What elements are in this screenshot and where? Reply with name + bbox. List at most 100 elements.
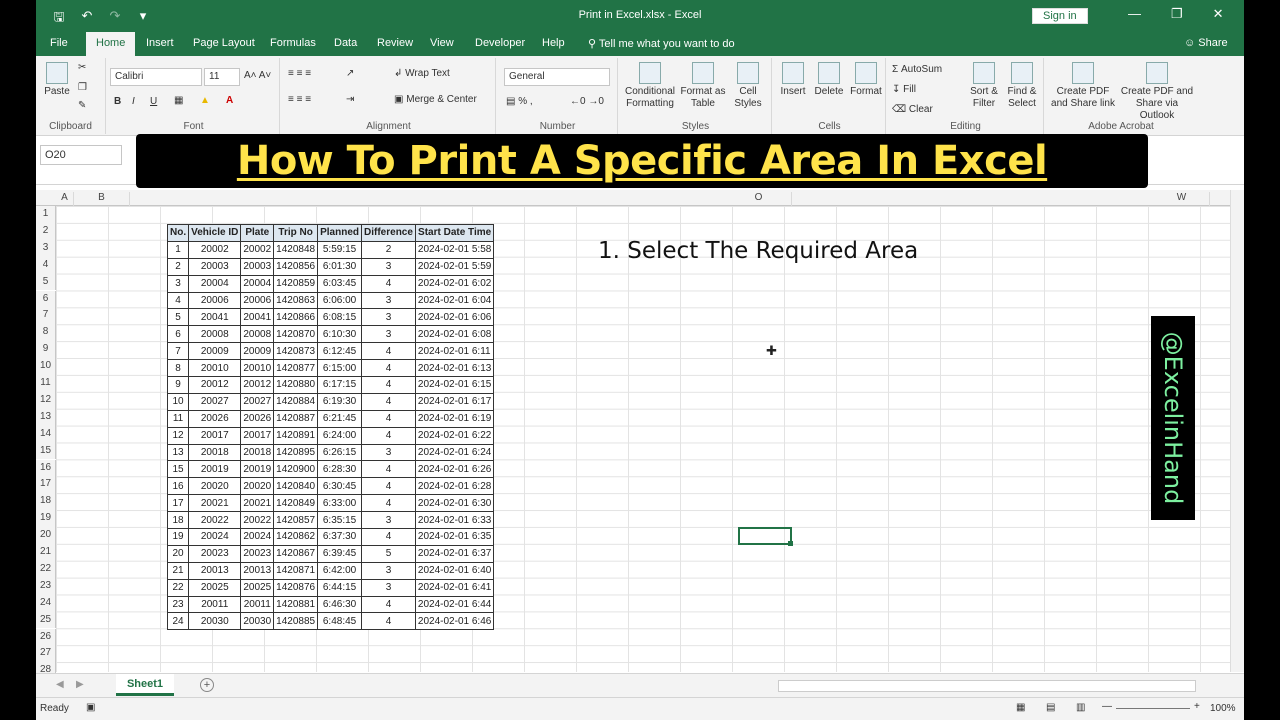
find-select-button[interactable]: Find & Select: [1004, 62, 1040, 110]
cell-difference[interactable]: 3: [361, 578, 416, 597]
cell-difference[interactable]: 5: [361, 544, 416, 563]
cell-vehicle-id[interactable]: 20009: [188, 342, 242, 361]
row-header[interactable]: 15: [36, 442, 56, 460]
cell-trip-no[interactable]: 1420877: [273, 359, 319, 378]
row-header[interactable]: 5: [36, 273, 56, 291]
header-no[interactable]: No.: [166, 224, 190, 242]
cell-start-date-time[interactable]: 2024-02-01 6:08: [414, 325, 495, 344]
row-header[interactable]: 13: [36, 408, 56, 426]
cell-no[interactable]: 23: [166, 595, 190, 614]
tab-home[interactable]: Home: [86, 32, 136, 56]
cell-trip-no[interactable]: 1420867: [273, 544, 319, 563]
row-header[interactable]: 11: [36, 375, 56, 392]
name-box[interactable]: O20: [40, 145, 122, 165]
cell-trip-no[interactable]: 1420900: [273, 460, 319, 479]
cell-plate[interactable]: 20018: [240, 443, 275, 462]
cell-vehicle-id[interactable]: 20019: [188, 460, 242, 479]
cell-no[interactable]: 9: [166, 376, 190, 394]
cell-no[interactable]: 19: [166, 528, 190, 546]
cell-start-date-time[interactable]: 2024-02-01 5:59: [414, 257, 495, 276]
cell-plate[interactable]: 20009: [240, 342, 275, 361]
clear-button[interactable]: ⌫ Clear: [892, 104, 933, 115]
cell-vehicle-id[interactable]: 20021: [188, 494, 242, 513]
horizontal-scrollbar[interactable]: [778, 680, 1196, 692]
share-button[interactable]: ☺ Share: [1184, 37, 1228, 49]
row-header[interactable]: 18: [36, 493, 56, 511]
cell-planned[interactable]: 6:48:45: [317, 612, 363, 631]
cell-trip-no[interactable]: 1420881: [273, 595, 319, 614]
cell-planned[interactable]: 6:21:45: [317, 409, 363, 428]
cell-no[interactable]: 15: [166, 460, 190, 479]
cell-difference[interactable]: 3: [361, 511, 416, 530]
cell-trip-no[interactable]: 1420862: [273, 528, 319, 546]
cell-no[interactable]: 2: [166, 257, 190, 276]
cell-planned[interactable]: 6:01:30: [317, 257, 363, 276]
cell-difference[interactable]: 3: [361, 325, 416, 344]
cell-start-date-time[interactable]: 2024-02-01 5:58: [414, 240, 495, 259]
bold-button[interactable]: B: [114, 96, 121, 107]
cell-plate[interactable]: 20026: [240, 409, 275, 428]
cell-vehicle-id[interactable]: 20022: [188, 511, 242, 530]
cell-no[interactable]: 17: [166, 494, 190, 513]
cell-no[interactable]: 5: [166, 308, 190, 327]
row-header[interactable]: 17: [36, 476, 56, 494]
cell-planned[interactable]: 6:33:00: [317, 494, 363, 513]
cell-plate[interactable]: 20011: [240, 595, 275, 614]
cell-difference[interactable]: 3: [361, 257, 416, 276]
cell-plate[interactable]: 20021: [240, 494, 275, 513]
cell-difference[interactable]: 4: [361, 342, 416, 361]
row-header[interactable]: 16: [36, 459, 56, 477]
macro-record-icon[interactable]: ▣: [86, 702, 95, 713]
cell-no[interactable]: 12: [166, 426, 190, 445]
tell-me-search[interactable]: ⚲ Tell me what you want to do: [588, 37, 735, 50]
prev-sheet-icon[interactable]: ◀: [56, 679, 64, 690]
cell-trip-no[interactable]: 1420873: [273, 342, 319, 361]
next-sheet-icon[interactable]: ▶: [76, 679, 84, 690]
zoom-out-icon[interactable]: —: [1102, 701, 1112, 712]
cell-styles-button[interactable]: Cell Styles: [728, 62, 768, 110]
header-difference[interactable]: Difference: [361, 224, 416, 242]
cell-plate[interactable]: 20010: [240, 359, 275, 378]
cell-start-date-time[interactable]: 2024-02-01 6:30: [414, 494, 495, 513]
row-header[interactable]: 8: [36, 324, 56, 342]
cell-plate[interactable]: 20012: [240, 376, 275, 394]
row-header[interactable]: 10: [36, 358, 56, 375]
row-header[interactable]: 6: [36, 290, 56, 308]
row-header[interactable]: 1: [36, 206, 56, 223]
selected-cell[interactable]: [738, 527, 792, 545]
cell-trip-no[interactable]: 1420856: [273, 257, 319, 276]
cell-no[interactable]: 18: [166, 511, 190, 530]
cell-planned[interactable]: 6:10:30: [317, 325, 363, 344]
cell-difference[interactable]: 3: [361, 291, 416, 310]
cell-start-date-time[interactable]: 2024-02-01 6:24: [414, 443, 495, 462]
cell-trip-no[interactable]: 1420870: [273, 325, 319, 344]
cell-trip-no[interactable]: 1420884: [273, 392, 319, 411]
add-sheet-icon[interactable]: +: [200, 678, 214, 692]
cell-vehicle-id[interactable]: 20003: [188, 257, 242, 276]
cell-plate[interactable]: 20041: [240, 308, 275, 327]
cell-plate[interactable]: 20017: [240, 426, 275, 445]
italic-button[interactable]: I: [132, 96, 135, 107]
cell-start-date-time[interactable]: 2024-02-01 6:35: [414, 528, 495, 546]
conditional-formatting-button[interactable]: Conditional Formatting: [622, 62, 678, 110]
indent-icon[interactable]: ⇥: [346, 94, 354, 105]
cell-trip-no[interactable]: 1420885: [273, 612, 319, 631]
cell-plate[interactable]: 20002: [240, 240, 275, 259]
cell-planned[interactable]: 6:42:00: [317, 561, 363, 580]
underline-button[interactable]: U: [150, 96, 157, 107]
wrap-text-button[interactable]: ↲ Wrap Text: [394, 68, 450, 79]
align-left-icon[interactable]: ≡ ≡ ≡: [288, 94, 311, 105]
header-trip-no[interactable]: Trip No: [273, 224, 319, 242]
column-header[interactable]: O: [726, 192, 792, 206]
minimize-icon[interactable]: —: [1128, 6, 1141, 22]
sign-in-button[interactable]: Sign in: [1032, 8, 1088, 24]
cut-icon[interactable]: ✂: [78, 62, 86, 73]
row-header[interactable]: 3: [36, 239, 56, 257]
column-header[interactable]: A: [56, 192, 74, 206]
header-start-date-time[interactable]: Start Date Time: [414, 224, 495, 242]
number-format-select[interactable]: General: [504, 68, 610, 86]
cell-no[interactable]: 4: [166, 291, 190, 310]
cell-start-date-time[interactable]: 2024-02-01 6:28: [414, 477, 495, 496]
copy-icon[interactable]: ❐: [78, 82, 87, 93]
cell-planned[interactable]: 6:37:30: [317, 528, 363, 546]
